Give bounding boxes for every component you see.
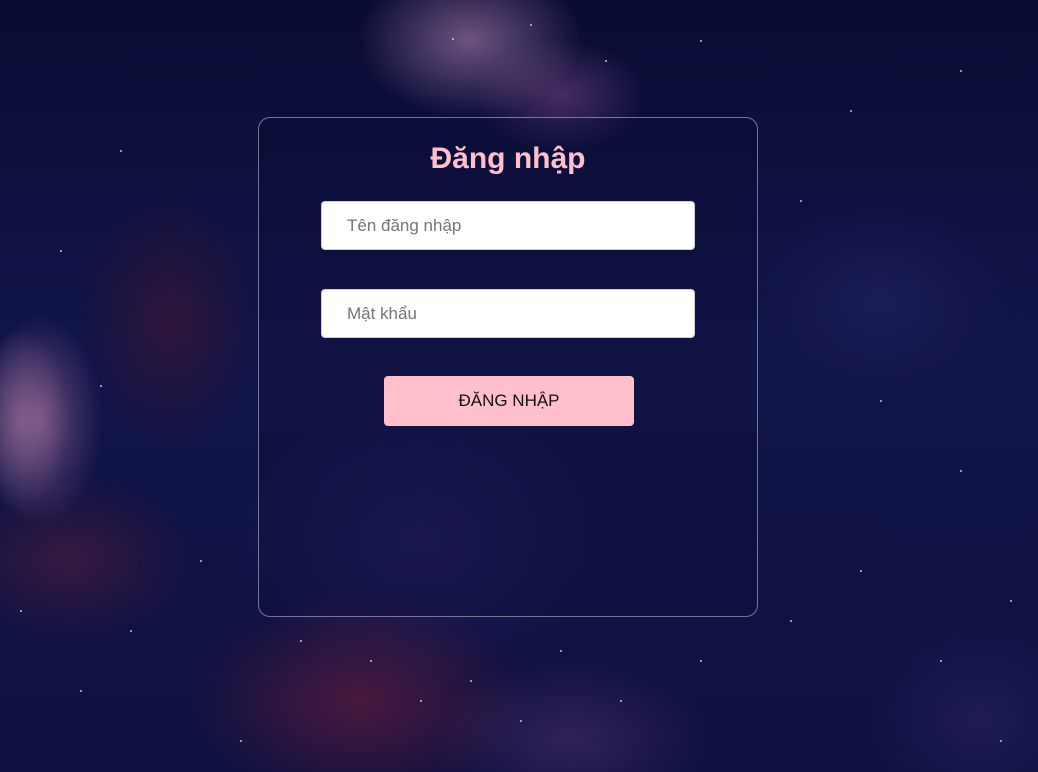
star bbox=[452, 38, 454, 40]
star bbox=[880, 400, 882, 402]
star bbox=[605, 60, 607, 62]
star bbox=[560, 650, 562, 652]
star bbox=[370, 660, 372, 662]
username-input[interactable] bbox=[321, 201, 695, 250]
star bbox=[200, 560, 202, 562]
star bbox=[240, 740, 242, 742]
star bbox=[700, 660, 702, 662]
password-input[interactable] bbox=[321, 289, 695, 338]
star bbox=[850, 110, 852, 112]
star bbox=[420, 700, 422, 702]
star bbox=[960, 470, 962, 472]
star bbox=[1000, 740, 1002, 742]
star bbox=[1010, 600, 1012, 602]
star bbox=[940, 660, 942, 662]
star bbox=[530, 24, 532, 26]
star bbox=[60, 250, 62, 252]
login-title: Đăng nhập bbox=[430, 142, 586, 175]
login-card: Đăng nhập ĐĂNG NHẬP bbox=[258, 117, 758, 617]
star bbox=[800, 200, 802, 202]
star bbox=[130, 630, 132, 632]
star bbox=[700, 40, 702, 42]
star bbox=[470, 680, 472, 682]
star bbox=[300, 640, 302, 642]
star bbox=[960, 70, 962, 72]
star bbox=[80, 690, 82, 692]
star bbox=[100, 385, 102, 387]
star bbox=[860, 570, 862, 572]
star bbox=[790, 620, 792, 622]
star bbox=[20, 610, 22, 612]
star bbox=[120, 150, 122, 152]
star bbox=[520, 720, 522, 722]
login-button[interactable]: ĐĂNG NHẬP bbox=[384, 376, 634, 426]
star bbox=[620, 700, 622, 702]
